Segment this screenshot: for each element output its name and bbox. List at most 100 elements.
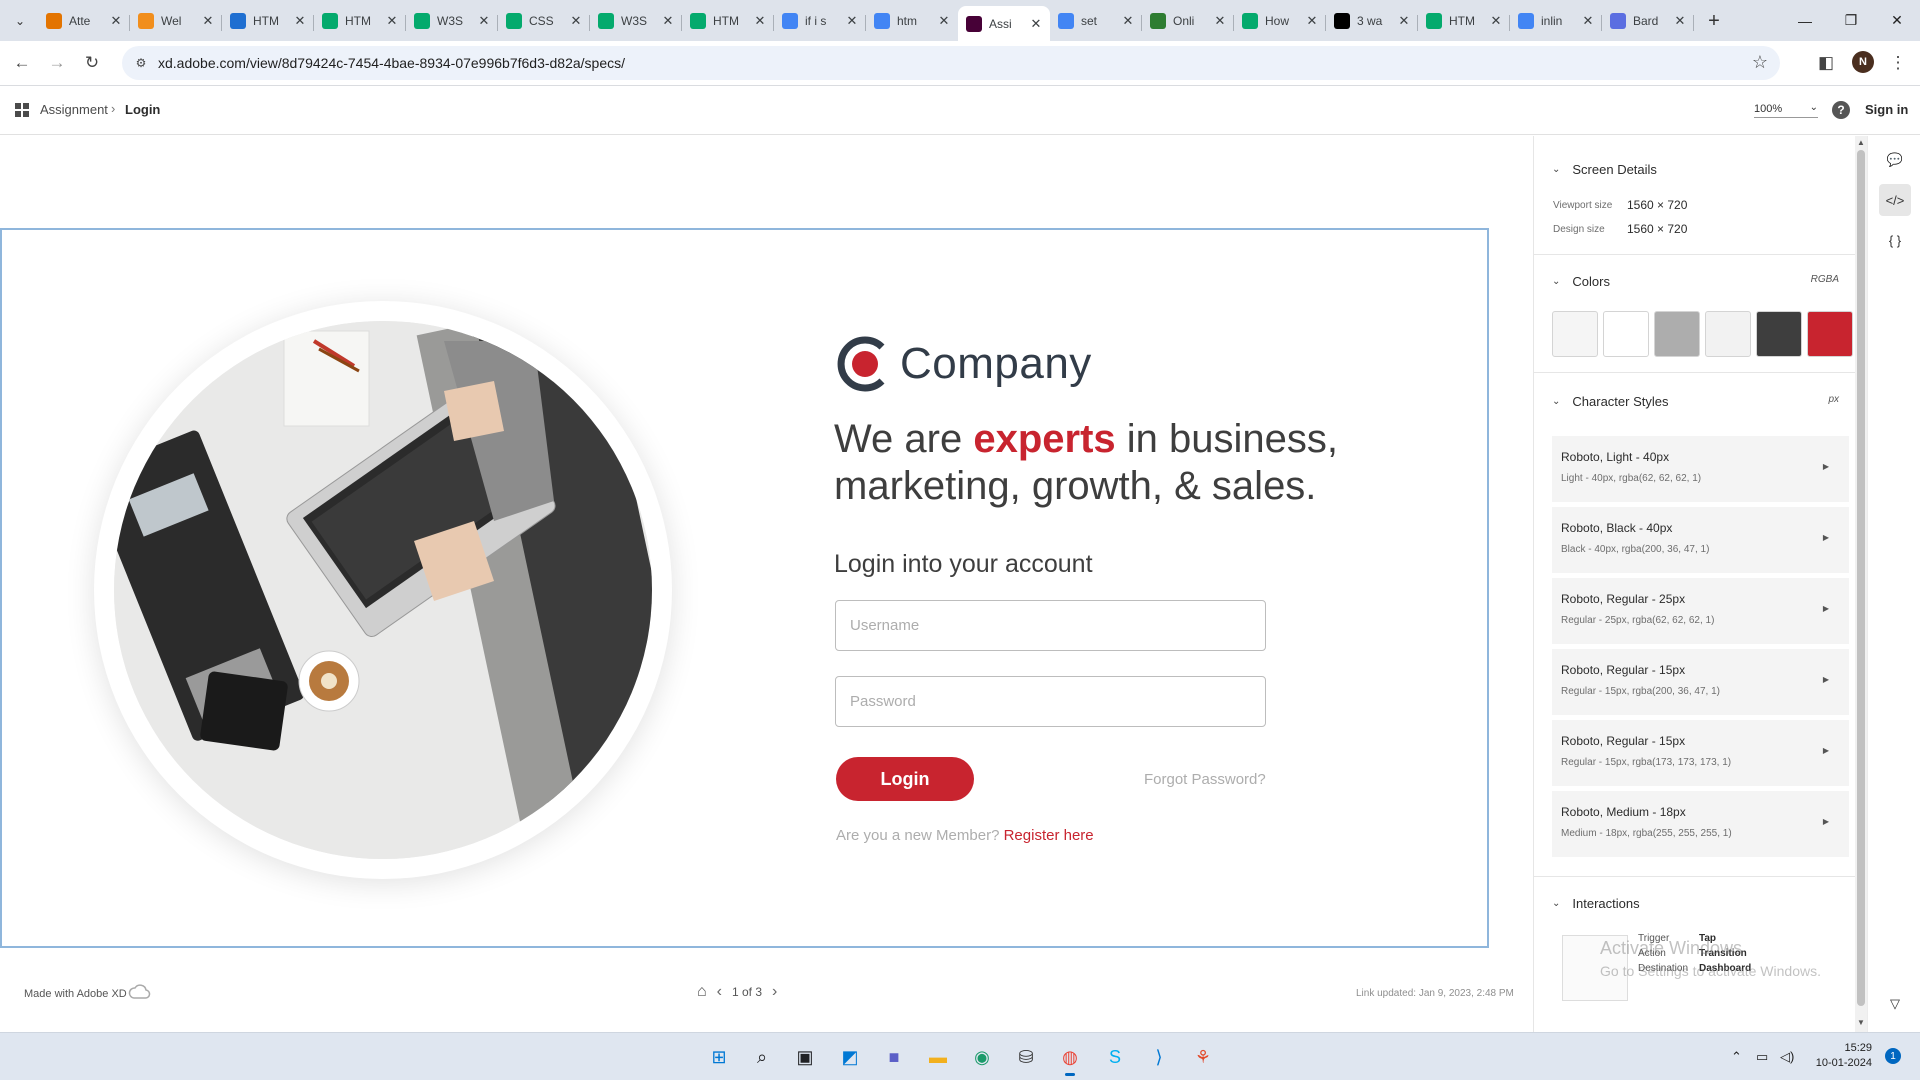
character-style-card[interactable]: Roboto, Light - 40px Light - 40px, rgba(6… — [1552, 436, 1849, 502]
screen-details-header[interactable]: ⌄ Screen Details — [1552, 162, 1657, 177]
close-tab-icon[interactable]: ✕ — [1212, 13, 1228, 29]
character-styles-header[interactable]: ⌄ Character Styles — [1552, 394, 1668, 409]
task-view-icon[interactable]: ▣ — [790, 1042, 820, 1072]
teams-chat-icon[interactable]: ■ — [879, 1042, 909, 1072]
browser-tab[interactable]: How ✕ — [1234, 6, 1326, 36]
browser-tab[interactable]: CSS ✕ — [498, 6, 590, 36]
character-style-card[interactable]: Roboto, Black - 40px Black - 40px, rgba(2… — [1552, 507, 1849, 573]
login-artboard[interactable]: Company We are experts in business, mark… — [0, 228, 1489, 948]
close-tab-icon[interactable]: ✕ — [476, 13, 492, 29]
close-tab-icon[interactable]: ✕ — [752, 13, 768, 29]
color-swatch[interactable] — [1756, 311, 1802, 357]
filter-icon[interactable]: ▽ — [1879, 988, 1911, 1020]
tray-overflow-icon[interactable]: ⌃ — [1731, 1049, 1742, 1065]
browser-tab[interactable]: HTM ✕ — [222, 6, 314, 36]
color-swatch[interactable] — [1654, 311, 1700, 357]
url-text[interactable]: xd.adobe.com/view/8d79424c-7454-4bae-893… — [158, 55, 625, 71]
browser-tab[interactable]: Onli ✕ — [1142, 6, 1234, 36]
scroll-down-icon[interactable]: ▼ — [1857, 1018, 1865, 1027]
close-tab-icon[interactable]: ✕ — [1580, 13, 1596, 29]
widgets-icon[interactable]: ◩ — [835, 1042, 865, 1072]
volume-icon[interactable]: ◁) — [1780, 1049, 1794, 1065]
browser-tab[interactable]: htm ✕ — [866, 6, 958, 36]
character-style-card[interactable]: Roboto, Regular - 15px Regular - 15px, rg… — [1552, 720, 1849, 786]
restore-window-button[interactable]: ❐ — [1828, 0, 1874, 41]
close-tab-icon[interactable]: ✕ — [384, 13, 400, 29]
close-tab-icon[interactable]: ✕ — [1120, 13, 1136, 29]
close-window-button[interactable]: ✕ — [1874, 0, 1920, 41]
address-bar[interactable]: ⚙ xd.adobe.com/view/8d79424c-7454-4bae-8… — [122, 46, 1780, 80]
made-with-xd[interactable]: Made with Adobe XD — [24, 988, 127, 1000]
braces-icon[interactable]: { } — [1879, 224, 1911, 256]
scroll-up-icon[interactable]: ▲ — [1857, 138, 1865, 147]
search-icon[interactable]: ⌕ — [747, 1042, 777, 1072]
browser-tab[interactable]: HTM ✕ — [1418, 6, 1510, 36]
color-swatch[interactable] — [1705, 311, 1751, 357]
reload-button[interactable]: ↻ — [78, 49, 106, 77]
store-icon[interactable]: ⛁ — [1011, 1042, 1041, 1072]
forgot-password-link[interactable]: Forgot Password? — [1144, 771, 1266, 788]
browser-tab[interactable]: Atte ✕ — [38, 6, 130, 36]
start-menu-icon[interactable]: ⊞ — [704, 1042, 734, 1072]
tab-search-button[interactable]: ⌄ — [8, 9, 32, 33]
close-tab-icon[interactable]: ✕ — [1304, 13, 1320, 29]
system-clock[interactable]: 15:29 10-01-2024 — [1812, 1041, 1872, 1071]
color-swatch[interactable] — [1552, 311, 1598, 357]
password-field[interactable] — [835, 676, 1266, 727]
breadcrumb-parent[interactable]: Assignment — [40, 102, 108, 117]
zoom-select[interactable]: 100% ⌄ — [1754, 102, 1818, 118]
file-explorer-icon[interactable]: ▬ — [923, 1042, 953, 1072]
home-icon[interactable]: ⌂ — [697, 983, 707, 1001]
bookmark-star-icon[interactable]: ☆ — [1752, 52, 1768, 73]
close-tab-icon[interactable]: ✕ — [1488, 13, 1504, 29]
close-tab-icon[interactable]: ✕ — [1672, 13, 1688, 29]
username-field[interactable] — [835, 600, 1266, 651]
register-link[interactable]: Register here — [1004, 827, 1094, 844]
close-tab-icon[interactable]: ✕ — [108, 13, 124, 29]
help-icon[interactable]: ? — [1832, 101, 1850, 119]
panel-scrollbar-thumb[interactable] — [1857, 150, 1865, 1006]
code-view-icon[interactable]: </> — [1879, 184, 1911, 216]
browser-tab[interactable]: W3S ✕ — [590, 6, 682, 36]
notification-badge[interactable]: 1 — [1885, 1048, 1901, 1064]
color-format-toggle[interactable]: RGBA — [1811, 274, 1839, 285]
color-swatch[interactable] — [1807, 311, 1853, 357]
character-style-card[interactable]: Roboto, Medium - 18px Medium - 18px, rgba… — [1552, 791, 1849, 857]
sign-in-link[interactable]: Sign in — [1865, 102, 1908, 117]
skype-icon[interactable]: S — [1100, 1042, 1130, 1072]
close-tab-icon[interactable]: ✕ — [660, 13, 676, 29]
browser-tab[interactable]: W3S ✕ — [406, 6, 498, 36]
chrome-icon[interactable]: ◍ — [1055, 1042, 1085, 1076]
minimize-window-button[interactable]: — — [1782, 0, 1828, 41]
close-tab-icon[interactable]: ✕ — [568, 13, 584, 29]
browser-tab[interactable]: Bard ✕ — [1602, 6, 1694, 36]
color-swatch[interactable] — [1603, 311, 1649, 357]
apps-grid-icon[interactable] — [15, 103, 29, 117]
close-tab-icon[interactable]: ✕ — [936, 13, 952, 29]
browser-tab[interactable]: inlin ✕ — [1510, 6, 1602, 36]
close-tab-icon[interactable]: ✕ — [844, 13, 860, 29]
browser-tab[interactable]: Assi ✕ — [958, 6, 1050, 41]
browser-tab[interactable]: 3 wa ✕ — [1326, 6, 1418, 36]
colors-header[interactable]: ⌄ Colors — [1552, 274, 1610, 289]
network-icon[interactable]: ▭ — [1756, 1049, 1768, 1065]
browser-menu-icon[interactable]: ⋮ — [1884, 49, 1912, 77]
unit-toggle[interactable]: px — [1828, 394, 1839, 405]
browser-tab[interactable]: if i s ✕ — [774, 6, 866, 36]
browser-tab[interactable]: Wel ✕ — [130, 6, 222, 36]
close-tab-icon[interactable]: ✕ — [1028, 16, 1044, 32]
forward-button[interactable]: → — [43, 49, 71, 77]
pdf-app-icon[interactable]: ⚘ — [1188, 1042, 1218, 1072]
vscode-icon[interactable]: ⟩ — [1144, 1042, 1174, 1072]
new-tab-button[interactable]: + — [1702, 9, 1726, 33]
profile-avatar[interactable]: N — [1852, 51, 1874, 73]
previous-page-icon[interactable]: ‹ — [717, 983, 722, 1001]
side-panel-icon[interactable]: ◧ — [1812, 49, 1840, 77]
site-info-icon[interactable]: ⚙ — [132, 54, 150, 72]
character-style-card[interactable]: Roboto, Regular - 25px Regular - 25px, rg… — [1552, 578, 1849, 644]
browser-tab[interactable]: HTM ✕ — [682, 6, 774, 36]
close-tab-icon[interactable]: ✕ — [292, 13, 308, 29]
login-button[interactable]: Login — [836, 757, 974, 801]
next-page-icon[interactable]: › — [772, 983, 777, 1001]
browser-tab[interactable]: set ✕ — [1050, 6, 1142, 36]
